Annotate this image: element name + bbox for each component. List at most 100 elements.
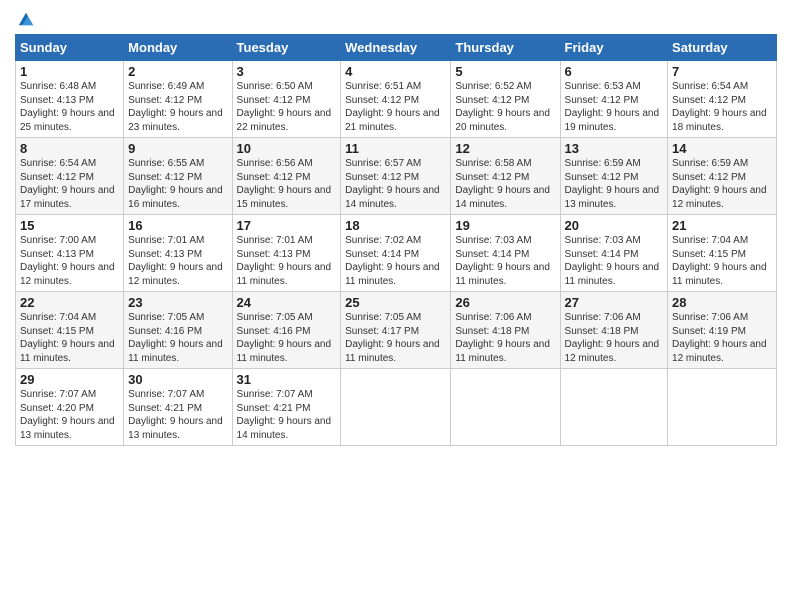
calendar-cell: 9 Sunrise: 6:55 AMSunset: 4:12 PMDayligh… bbox=[124, 138, 232, 215]
calendar-cell: 8 Sunrise: 6:54 AMSunset: 4:12 PMDayligh… bbox=[16, 138, 124, 215]
calendar-cell: 14 Sunrise: 6:59 AMSunset: 4:12 PMDaylig… bbox=[668, 138, 777, 215]
day-content: Sunrise: 6:49 AMSunset: 4:12 PMDaylight:… bbox=[128, 81, 223, 133]
day-number: 16 bbox=[128, 218, 227, 233]
day-content: Sunrise: 6:57 AMSunset: 4:12 PMDaylight:… bbox=[345, 158, 440, 210]
day-content: Sunrise: 6:59 AMSunset: 4:12 PMDaylight:… bbox=[672, 158, 767, 210]
calendar-cell bbox=[451, 369, 560, 446]
calendar-cell: 4 Sunrise: 6:51 AMSunset: 4:12 PMDayligh… bbox=[341, 61, 451, 138]
day-content: Sunrise: 6:53 AMSunset: 4:12 PMDaylight:… bbox=[565, 81, 660, 133]
day-number: 13 bbox=[565, 141, 664, 156]
day-content: Sunrise: 7:01 AMSunset: 4:13 PMDaylight:… bbox=[128, 235, 223, 287]
day-number: 25 bbox=[345, 295, 446, 310]
day-number: 3 bbox=[237, 64, 337, 79]
header-cell-tuesday: Tuesday bbox=[232, 35, 341, 61]
calendar-cell: 15 Sunrise: 7:00 AMSunset: 4:13 PMDaylig… bbox=[16, 215, 124, 292]
day-number: 30 bbox=[128, 372, 227, 387]
day-content: Sunrise: 7:04 AMSunset: 4:15 PMDaylight:… bbox=[20, 312, 115, 364]
day-number: 1 bbox=[20, 64, 119, 79]
day-content: Sunrise: 7:03 AMSunset: 4:14 PMDaylight:… bbox=[455, 235, 550, 287]
calendar-cell: 31 Sunrise: 7:07 AMSunset: 4:21 PMDaylig… bbox=[232, 369, 341, 446]
day-number: 23 bbox=[128, 295, 227, 310]
week-row-0: 1 Sunrise: 6:48 AMSunset: 4:13 PMDayligh… bbox=[16, 61, 777, 138]
calendar-cell: 28 Sunrise: 7:06 AMSunset: 4:19 PMDaylig… bbox=[668, 292, 777, 369]
day-content: Sunrise: 7:04 AMSunset: 4:15 PMDaylight:… bbox=[672, 235, 767, 287]
day-number: 21 bbox=[672, 218, 772, 233]
day-number: 2 bbox=[128, 64, 227, 79]
day-number: 8 bbox=[20, 141, 119, 156]
day-content: Sunrise: 6:48 AMSunset: 4:13 PMDaylight:… bbox=[20, 81, 115, 133]
header-cell-sunday: Sunday bbox=[16, 35, 124, 61]
week-row-3: 22 Sunrise: 7:04 AMSunset: 4:15 PMDaylig… bbox=[16, 292, 777, 369]
day-content: Sunrise: 6:55 AMSunset: 4:12 PMDaylight:… bbox=[128, 158, 223, 210]
day-content: Sunrise: 7:06 AMSunset: 4:18 PMDaylight:… bbox=[565, 312, 660, 364]
calendar-cell: 29 Sunrise: 7:07 AMSunset: 4:20 PMDaylig… bbox=[16, 369, 124, 446]
calendar-cell: 7 Sunrise: 6:54 AMSunset: 4:12 PMDayligh… bbox=[668, 61, 777, 138]
day-number: 18 bbox=[345, 218, 446, 233]
day-content: Sunrise: 6:58 AMSunset: 4:12 PMDaylight:… bbox=[455, 158, 550, 210]
calendar-cell: 26 Sunrise: 7:06 AMSunset: 4:18 PMDaylig… bbox=[451, 292, 560, 369]
calendar-cell: 30 Sunrise: 7:07 AMSunset: 4:21 PMDaylig… bbox=[124, 369, 232, 446]
day-number: 7 bbox=[672, 64, 772, 79]
day-content: Sunrise: 6:51 AMSunset: 4:12 PMDaylight:… bbox=[345, 81, 440, 133]
day-number: 27 bbox=[565, 295, 664, 310]
header-cell-thursday: Thursday bbox=[451, 35, 560, 61]
day-content: Sunrise: 6:54 AMSunset: 4:12 PMDaylight:… bbox=[672, 81, 767, 133]
day-content: Sunrise: 7:07 AMSunset: 4:21 PMDaylight:… bbox=[237, 389, 332, 441]
day-content: Sunrise: 7:05 AMSunset: 4:16 PMDaylight:… bbox=[237, 312, 332, 364]
day-content: Sunrise: 6:59 AMSunset: 4:12 PMDaylight:… bbox=[565, 158, 660, 210]
calendar-body: 1 Sunrise: 6:48 AMSunset: 4:13 PMDayligh… bbox=[16, 61, 777, 446]
day-number: 26 bbox=[455, 295, 555, 310]
calendar-cell: 19 Sunrise: 7:03 AMSunset: 4:14 PMDaylig… bbox=[451, 215, 560, 292]
day-number: 9 bbox=[128, 141, 227, 156]
calendar-container: SundayMondayTuesdayWednesdayThursdayFrid… bbox=[0, 0, 792, 456]
day-content: Sunrise: 7:07 AMSunset: 4:20 PMDaylight:… bbox=[20, 389, 115, 441]
calendar-cell: 21 Sunrise: 7:04 AMSunset: 4:15 PMDaylig… bbox=[668, 215, 777, 292]
calendar-cell bbox=[341, 369, 451, 446]
header-cell-friday: Friday bbox=[560, 35, 668, 61]
calendar-cell: 6 Sunrise: 6:53 AMSunset: 4:12 PMDayligh… bbox=[560, 61, 668, 138]
day-number: 5 bbox=[455, 64, 555, 79]
calendar-cell: 3 Sunrise: 6:50 AMSunset: 4:12 PMDayligh… bbox=[232, 61, 341, 138]
week-row-4: 29 Sunrise: 7:07 AMSunset: 4:20 PMDaylig… bbox=[16, 369, 777, 446]
day-number: 19 bbox=[455, 218, 555, 233]
day-number: 17 bbox=[237, 218, 337, 233]
day-number: 11 bbox=[345, 141, 446, 156]
day-content: Sunrise: 6:56 AMSunset: 4:12 PMDaylight:… bbox=[237, 158, 332, 210]
header-row-days: SundayMondayTuesdayWednesdayThursdayFrid… bbox=[16, 35, 777, 61]
calendar-cell bbox=[560, 369, 668, 446]
day-content: Sunrise: 7:05 AMSunset: 4:17 PMDaylight:… bbox=[345, 312, 440, 364]
day-number: 22 bbox=[20, 295, 119, 310]
calendar-cell: 23 Sunrise: 7:05 AMSunset: 4:16 PMDaylig… bbox=[124, 292, 232, 369]
day-content: Sunrise: 7:06 AMSunset: 4:18 PMDaylight:… bbox=[455, 312, 550, 364]
calendar-cell: 20 Sunrise: 7:03 AMSunset: 4:14 PMDaylig… bbox=[560, 215, 668, 292]
calendar-cell: 22 Sunrise: 7:04 AMSunset: 4:15 PMDaylig… bbox=[16, 292, 124, 369]
calendar-cell: 18 Sunrise: 7:02 AMSunset: 4:14 PMDaylig… bbox=[341, 215, 451, 292]
calendar-cell: 5 Sunrise: 6:52 AMSunset: 4:12 PMDayligh… bbox=[451, 61, 560, 138]
calendar-cell: 13 Sunrise: 6:59 AMSunset: 4:12 PMDaylig… bbox=[560, 138, 668, 215]
day-content: Sunrise: 6:50 AMSunset: 4:12 PMDaylight:… bbox=[237, 81, 332, 133]
day-number: 20 bbox=[565, 218, 664, 233]
header-row bbox=[15, 10, 777, 28]
day-content: Sunrise: 7:06 AMSunset: 4:19 PMDaylight:… bbox=[672, 312, 767, 364]
week-row-1: 8 Sunrise: 6:54 AMSunset: 4:12 PMDayligh… bbox=[16, 138, 777, 215]
day-number: 14 bbox=[672, 141, 772, 156]
day-content: Sunrise: 7:07 AMSunset: 4:21 PMDaylight:… bbox=[128, 389, 223, 441]
day-content: Sunrise: 7:05 AMSunset: 4:16 PMDaylight:… bbox=[128, 312, 223, 364]
day-number: 29 bbox=[20, 372, 119, 387]
header-cell-saturday: Saturday bbox=[668, 35, 777, 61]
day-number: 28 bbox=[672, 295, 772, 310]
day-content: Sunrise: 7:03 AMSunset: 4:14 PMDaylight:… bbox=[565, 235, 660, 287]
calendar-cell: 24 Sunrise: 7:05 AMSunset: 4:16 PMDaylig… bbox=[232, 292, 341, 369]
calendar-cell: 11 Sunrise: 6:57 AMSunset: 4:12 PMDaylig… bbox=[341, 138, 451, 215]
day-number: 10 bbox=[237, 141, 337, 156]
day-number: 24 bbox=[237, 295, 337, 310]
header-cell-wednesday: Wednesday bbox=[341, 35, 451, 61]
calendar-cell bbox=[668, 369, 777, 446]
day-number: 6 bbox=[565, 64, 664, 79]
logo bbox=[15, 10, 35, 28]
week-row-2: 15 Sunrise: 7:00 AMSunset: 4:13 PMDaylig… bbox=[16, 215, 777, 292]
calendar-cell: 10 Sunrise: 6:56 AMSunset: 4:12 PMDaylig… bbox=[232, 138, 341, 215]
day-number: 4 bbox=[345, 64, 446, 79]
day-content: Sunrise: 7:01 AMSunset: 4:13 PMDaylight:… bbox=[237, 235, 332, 287]
calendar-cell: 16 Sunrise: 7:01 AMSunset: 4:13 PMDaylig… bbox=[124, 215, 232, 292]
